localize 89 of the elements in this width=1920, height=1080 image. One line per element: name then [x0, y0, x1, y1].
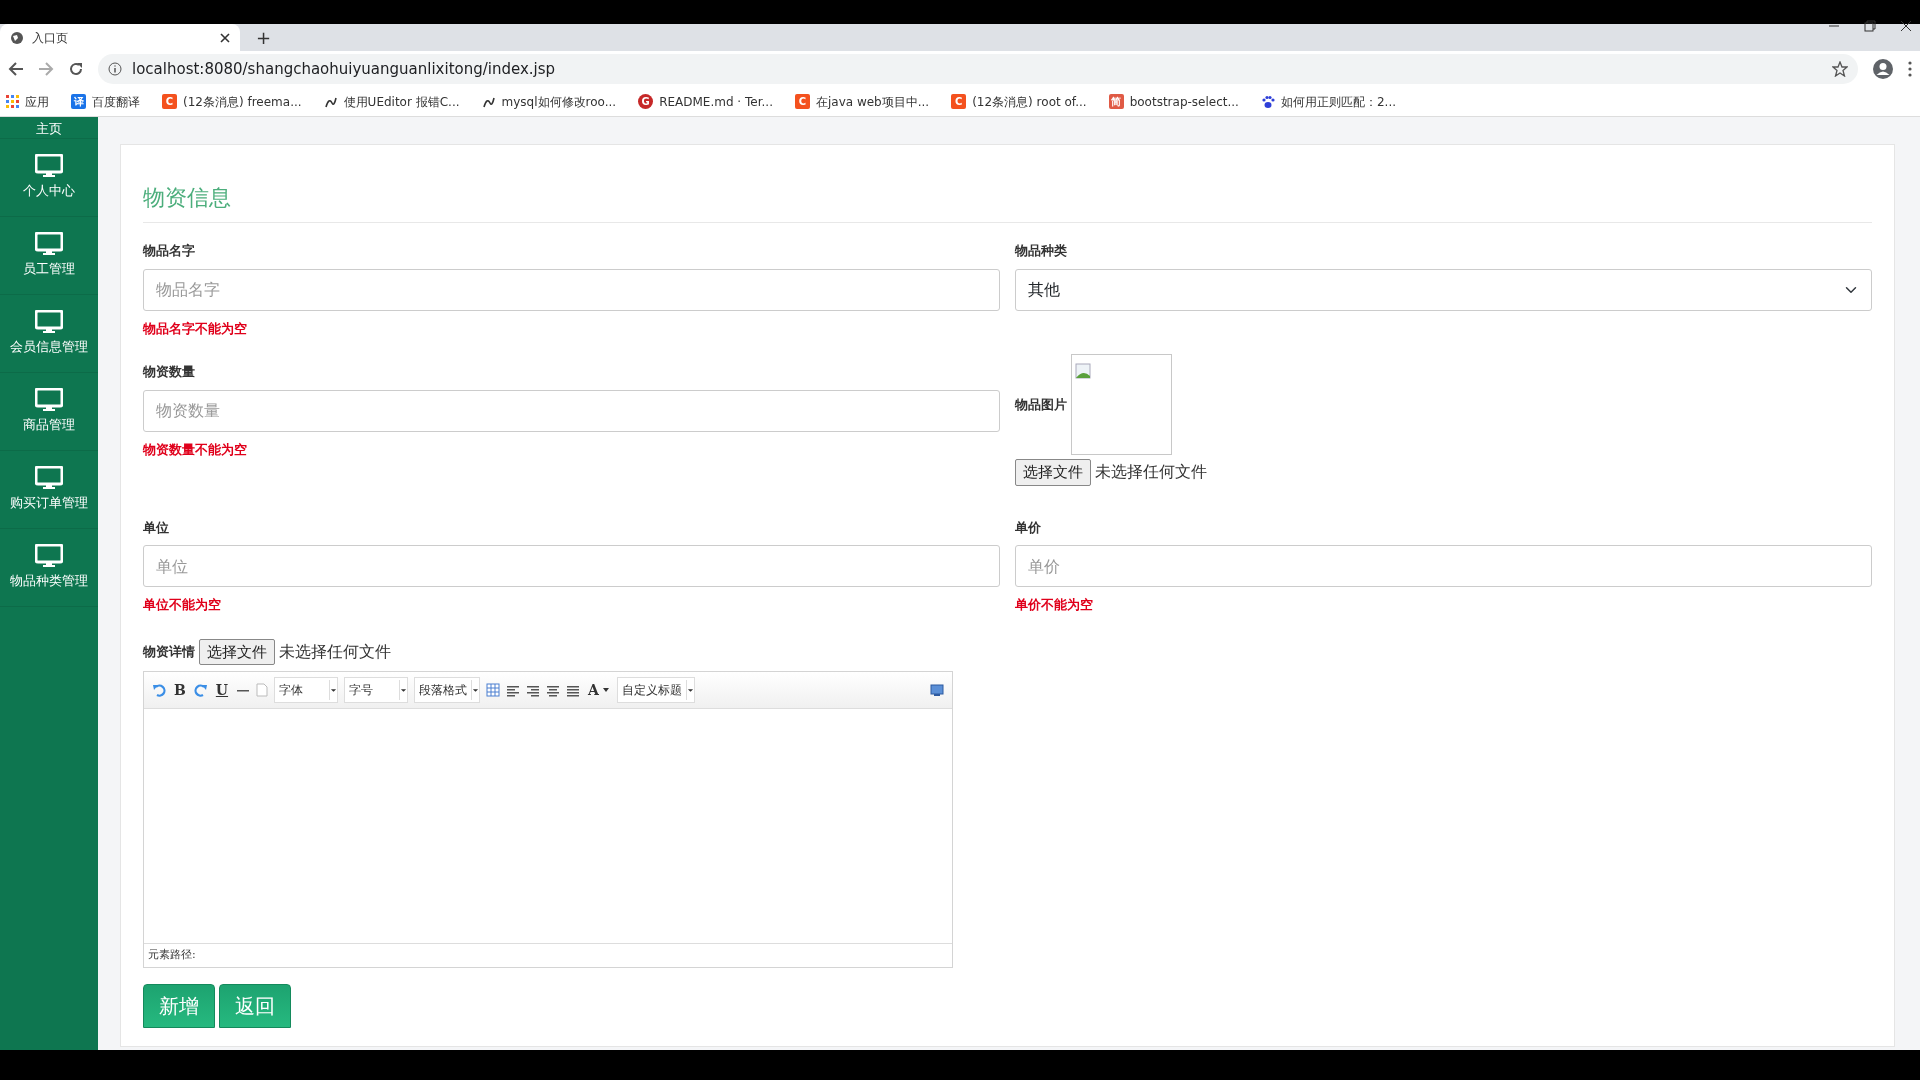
- redo-icon[interactable]: [193, 683, 208, 697]
- choose-file-button[interactable]: 选择文件: [199, 638, 275, 665]
- bookmark-icon: 译: [71, 94, 86, 109]
- input-field[interactable]: 物品名字: [143, 268, 1000, 311]
- monitor-icon: [35, 544, 63, 568]
- profile-icon[interactable]: [1872, 58, 1894, 80]
- align-left-icon[interactable]: [506, 683, 521, 697]
- caret-icon: [602, 688, 609, 692]
- globe-icon: [10, 30, 24, 45]
- error-message: 单价不能为空: [1015, 596, 1094, 614]
- error-message: 单位不能为空: [143, 596, 222, 614]
- format-button[interactable]: U: [213, 683, 231, 697]
- text-editor[interactable]: B U 字体 字号 段落格式 A 自定义标题 元素路径:: [143, 671, 953, 968]
- toolbar-dropdown[interactable]: 字体: [274, 677, 339, 703]
- element-path: 元素路径:: [144, 943, 952, 967]
- sidebar-item[interactable]: 购买订单管理: [10, 493, 88, 513]
- bookmark-icon: C: [162, 94, 177, 109]
- field-label: 物品种类: [1015, 242, 1068, 260]
- bookmark[interactable]: C (12条消息) root of...: [951, 92, 1087, 111]
- info-icon: [108, 62, 122, 76]
- undo-icon[interactable]: [152, 683, 166, 697]
- close-icon[interactable]: [220, 32, 230, 43]
- broken-image-icon: [1075, 362, 1091, 379]
- bookmark[interactable]: mysql如何修改roo...: [481, 92, 617, 111]
- monitor-icon: [35, 466, 63, 490]
- bookmark-icon: C: [794, 94, 810, 109]
- menu-icon[interactable]: [1908, 61, 1912, 77]
- input-field[interactable]: 单位: [143, 545, 1000, 587]
- bookmark-icon: C: [951, 94, 967, 109]
- bookmark[interactable]: G README.md · Ter...: [638, 92, 773, 111]
- input-field[interactable]: 物资数量: [143, 389, 1000, 432]
- caret-icon: [399, 680, 408, 700]
- sidebar-item[interactable]: 物品种类管理: [10, 571, 88, 591]
- back-icon[interactable]: [8, 61, 24, 77]
- caret-icon: [471, 680, 480, 700]
- monitor-icon: [35, 388, 63, 412]
- sidebar-item[interactable]: 商品管理: [23, 415, 75, 435]
- monitor-icon: [35, 154, 63, 178]
- star-icon[interactable]: [1832, 61, 1848, 77]
- file-status: 未选择任何文件: [279, 640, 391, 663]
- field-label: 单位: [143, 518, 170, 537]
- field-label: 物品图片: [1015, 395, 1067, 414]
- close-icon[interactable]: [1900, 20, 1912, 32]
- monitor-icon: [35, 232, 63, 256]
- browser-tab[interactable]: 入口页: [0, 24, 240, 51]
- tab-title: 入口页: [32, 29, 69, 47]
- bookmark-icon: G: [638, 94, 654, 109]
- align-center-icon[interactable]: [546, 683, 561, 697]
- new-tab-button[interactable]: +: [256, 29, 272, 47]
- bookmark[interactable]: C 在java web项目中...: [794, 92, 930, 111]
- monitor-icon: [35, 310, 63, 334]
- error-message: 物品名字不能为空: [143, 319, 248, 338]
- file-status: 未选择任何文件: [1095, 461, 1207, 484]
- justify-icon[interactable]: [566, 683, 581, 697]
- font-color-button[interactable]: A: [586, 683, 611, 697]
- form-title: 物资信息: [143, 181, 1872, 223]
- sidebar-item[interactable]: 主页: [36, 122, 62, 135]
- error-message: 物资数量不能为空: [143, 440, 248, 459]
- field-label: 物资数量: [143, 363, 196, 381]
- caret-icon: [329, 680, 338, 700]
- bookmark-icon: 简: [1108, 94, 1124, 109]
- format-button[interactable]: B: [172, 683, 188, 697]
- caret-icon: [685, 680, 694, 700]
- sidebar-item[interactable]: 个人中心: [23, 181, 75, 201]
- bookmark[interactable]: 如何用正则匹配：2...: [1260, 92, 1396, 111]
- bookmark[interactable]: 简 bootstrap-select...: [1108, 92, 1239, 111]
- toolbar-dropdown[interactable]: 段落格式: [414, 677, 481, 703]
- field-label: 物资详情: [143, 643, 195, 661]
- bookmark[interactable]: 使用UEditor 报错C...: [323, 92, 460, 111]
- sidebar-item[interactable]: 员工管理: [23, 259, 75, 279]
- restore-icon[interactable]: [1864, 20, 1876, 32]
- apps-icon: [6, 95, 19, 108]
- reload-icon[interactable]: [68, 61, 84, 77]
- bookmark[interactable]: 应用: [6, 92, 49, 111]
- sidebar-item[interactable]: 会员信息管理: [10, 337, 88, 357]
- table-icon[interactable]: [486, 683, 501, 697]
- choose-file-button[interactable]: 选择文件: [1015, 459, 1091, 486]
- toolbar-dropdown[interactable]: 自定义标题: [616, 677, 695, 703]
- bookmark[interactable]: 译 百度翻译: [71, 92, 140, 111]
- field-label: 单价: [1015, 518, 1042, 537]
- align-right-icon[interactable]: [526, 683, 541, 697]
- paw-icon: [1260, 94, 1275, 109]
- bookmark[interactable]: C (12条消息) freema...: [162, 92, 302, 111]
- input-field[interactable]: 单价: [1015, 545, 1872, 587]
- field-label: 物品名字: [143, 242, 196, 260]
- address-bar[interactable]: localhost:8080/shangchaohuiyuanguanlixitong/index.jsp: [98, 54, 1858, 84]
- toolbar-dropdown[interactable]: 字号: [344, 677, 409, 703]
- preview-icon[interactable]: [930, 683, 944, 697]
- category-select[interactable]: 其他: [1015, 268, 1872, 311]
